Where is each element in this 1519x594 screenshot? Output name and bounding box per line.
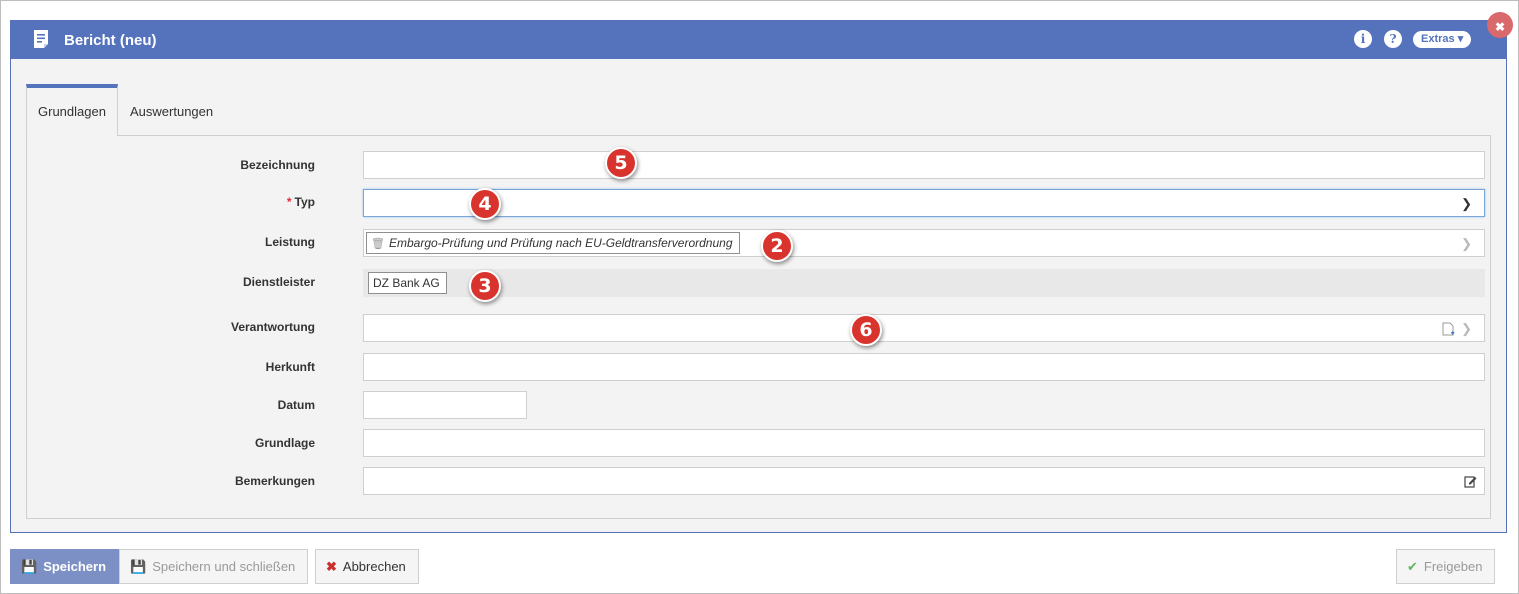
dienstleister-tag: DZ Bank AG	[368, 272, 447, 294]
close-icon: ✖	[326, 559, 337, 574]
save-label: Speichern	[43, 559, 107, 574]
dialog-title: Bericht (neu)	[64, 32, 157, 49]
bezeichnung-label: Bezeichnung	[240, 158, 315, 172]
dialog-footer: 💾 Speichern 💾 Speichern und schließen ✖ Abb…	[1, 541, 1518, 593]
typ-select[interactable]: ❯	[363, 189, 1485, 217]
trash-icon[interactable]: 🗑	[371, 238, 385, 250]
herkunft-label: Herkunft	[265, 360, 315, 374]
dienstleister-field: DZ Bank AG	[363, 269, 1485, 297]
report-dialog: Bericht (neu) i ? Extras ▾ ✖ Grundlagen …	[10, 12, 1513, 533]
save-close-icon: 💾	[130, 559, 147, 574]
leistung-tag-text: Embargo-Prüfung und Prüfung nach EU-Geld…	[388, 236, 733, 250]
annotation-badge-6: 6	[850, 314, 882, 346]
dialog-header: Bericht (neu) i ? Extras ▾	[11, 21, 1506, 59]
cancel-label: Abbrechen	[342, 559, 406, 574]
edit-icon[interactable]	[1464, 475, 1477, 488]
save-button[interactable]: 💾 Speichern	[10, 549, 120, 584]
bemerkungen-input[interactable]	[363, 467, 1485, 495]
check-icon: ✔	[1407, 559, 1418, 574]
annotation-badge-2: 2	[761, 230, 793, 262]
typ-label-text: Typ	[294, 195, 315, 209]
release-label: Freigeben	[1423, 559, 1483, 574]
dienstleister-label: Dienstleister	[242, 275, 315, 289]
close-icon[interactable]: ✖	[1487, 12, 1513, 38]
release-button[interactable]: ✔ Freigeben	[1396, 549, 1496, 584]
floppy-icon: 💾	[21, 559, 38, 574]
annotation-badge-3: 3	[469, 270, 501, 302]
chevron-down-icon[interactable]: ❯	[1461, 236, 1472, 252]
chevron-down-icon[interactable]: ❯	[1461, 196, 1472, 212]
leistung-select[interactable]: 🗑 Embargo-Prüfung und Prüfung nach EU-Gel…	[363, 229, 1485, 257]
form-panel: Bezeichnung * Typ ❯ Leistung 🗑 Embargo-Prü…	[26, 135, 1491, 519]
tab-label: Grundlagen	[38, 104, 106, 119]
annotation-badge-5: 5	[605, 147, 637, 179]
typ-label: * Typ	[287, 195, 315, 209]
chevron-down-icon[interactable]: ❯	[1461, 321, 1472, 337]
grundlage-label: Grundlage	[254, 436, 315, 450]
herkunft-input[interactable]	[363, 353, 1485, 381]
verantwortung-select[interactable]: ❯	[363, 314, 1485, 342]
tab-auswertungen[interactable]: Auswertungen	[130, 84, 213, 136]
grundlage-input[interactable]	[363, 429, 1485, 457]
document-icon	[34, 30, 48, 48]
annotation-badge-4: 4	[469, 188, 501, 220]
info-icon[interactable]: i	[1354, 30, 1372, 48]
bezeichnung-input[interactable]	[363, 151, 1485, 179]
save-and-close-button[interactable]: 💾 Speichern und schließen	[119, 549, 309, 584]
required-marker: *	[286, 195, 292, 209]
help-icon[interactable]: ?	[1384, 30, 1402, 48]
cancel-button[interactable]: ✖ Abbrechen	[315, 549, 419, 584]
window-frame: Bericht (neu) i ? Extras ▾ ✖ Grundlagen …	[0, 0, 1519, 594]
tab-label: Auswertungen	[130, 104, 214, 119]
leistung-label: Leistung	[265, 235, 315, 249]
new-document-icon[interactable]	[1442, 322, 1456, 337]
datum-input[interactable]	[363, 391, 527, 419]
leistung-tag[interactable]: 🗑 Embargo-Prüfung und Prüfung nach EU-Gel…	[366, 232, 740, 254]
tab-grundlagen[interactable]: Grundlagen	[26, 84, 118, 136]
datum-label: Datum	[277, 398, 315, 412]
bemerkungen-label: Bemerkungen	[234, 474, 315, 488]
extras-menu-button[interactable]: Extras ▾	[1413, 31, 1472, 48]
verantwortung-label: Verantwortung	[230, 320, 315, 334]
save-close-label: Speichern und schließen	[152, 559, 296, 574]
